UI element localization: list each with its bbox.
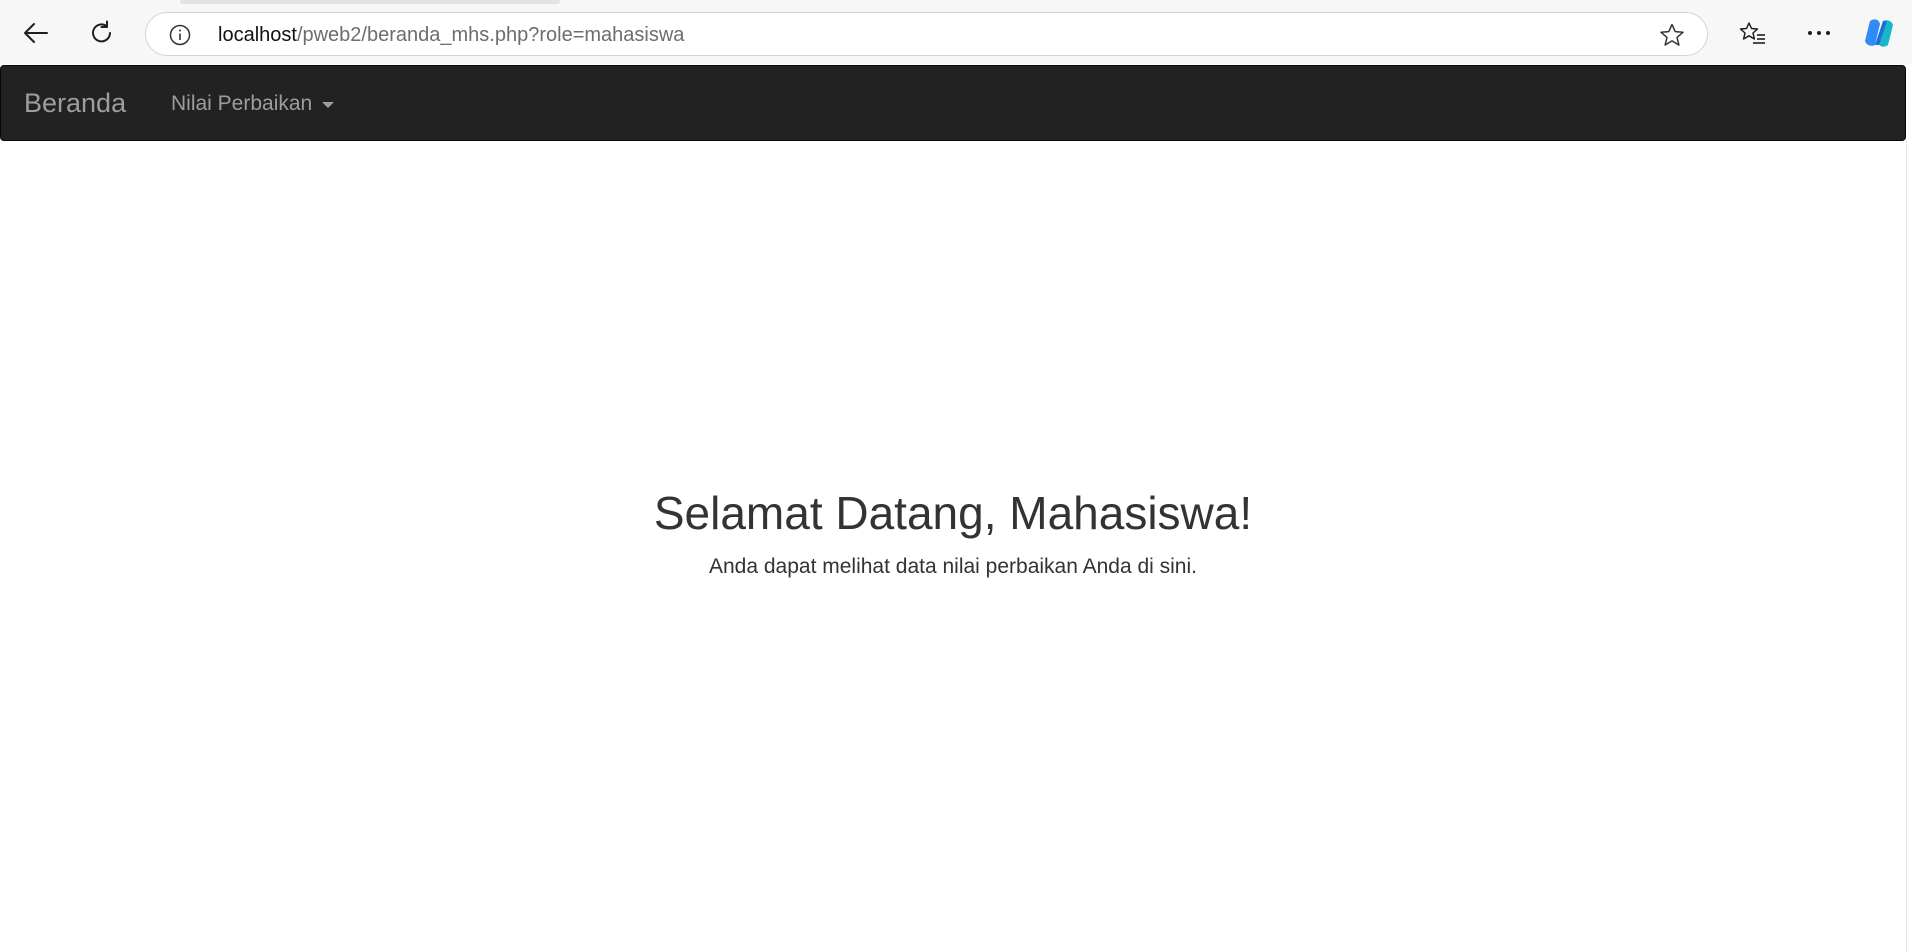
back-button[interactable] bbox=[17, 14, 55, 52]
caret-down-icon bbox=[322, 102, 335, 108]
more-icon bbox=[1808, 31, 1830, 35]
address-bar[interactable]: localhost/pweb2/beranda_mhs.php?role=mah… bbox=[145, 12, 1708, 56]
back-icon bbox=[24, 23, 48, 43]
nilai-perbaikan-dropdown[interactable]: Nilai Perbaikan bbox=[171, 91, 335, 117]
favorites-button[interactable] bbox=[1734, 14, 1772, 52]
browser-toolbar: localhost/pweb2/beranda_mhs.php?role=mah… bbox=[0, 0, 1912, 64]
dropdown-label: Nilai Perbaikan bbox=[171, 92, 313, 115]
active-tab-edge bbox=[180, 0, 560, 4]
more-button[interactable] bbox=[1800, 14, 1838, 52]
reload-button[interactable] bbox=[83, 14, 121, 52]
page-title: Selamat Datang, Mahasiswa! bbox=[653, 487, 1253, 539]
scrollbar-edge bbox=[1906, 141, 1907, 952]
favorites-list-icon bbox=[1739, 22, 1765, 44]
copilot-button[interactable] bbox=[1861, 15, 1897, 51]
site-info-icon[interactable] bbox=[169, 24, 191, 46]
url-host: localhost bbox=[218, 24, 297, 46]
reload-icon bbox=[92, 20, 111, 43]
main-navbar: Beranda Nilai Perbaikan bbox=[0, 65, 1906, 141]
url-text[interactable]: localhost/pweb2/beranda_mhs.php?role=mah… bbox=[218, 24, 684, 46]
favorite-star-icon[interactable] bbox=[1659, 23, 1685, 47]
copilot-icon bbox=[1865, 19, 1893, 47]
welcome-subtext: Anda dapat melihat data nilai perbaikan … bbox=[708, 555, 1197, 578]
welcome-section: Selamat Datang, Mahasiswa! Anda dapat me… bbox=[0, 480, 1906, 580]
navbar-brand[interactable]: Beranda bbox=[24, 87, 126, 119]
url-path: /pweb2/beranda_mhs.php?role=mahasiswa bbox=[296, 24, 685, 46]
